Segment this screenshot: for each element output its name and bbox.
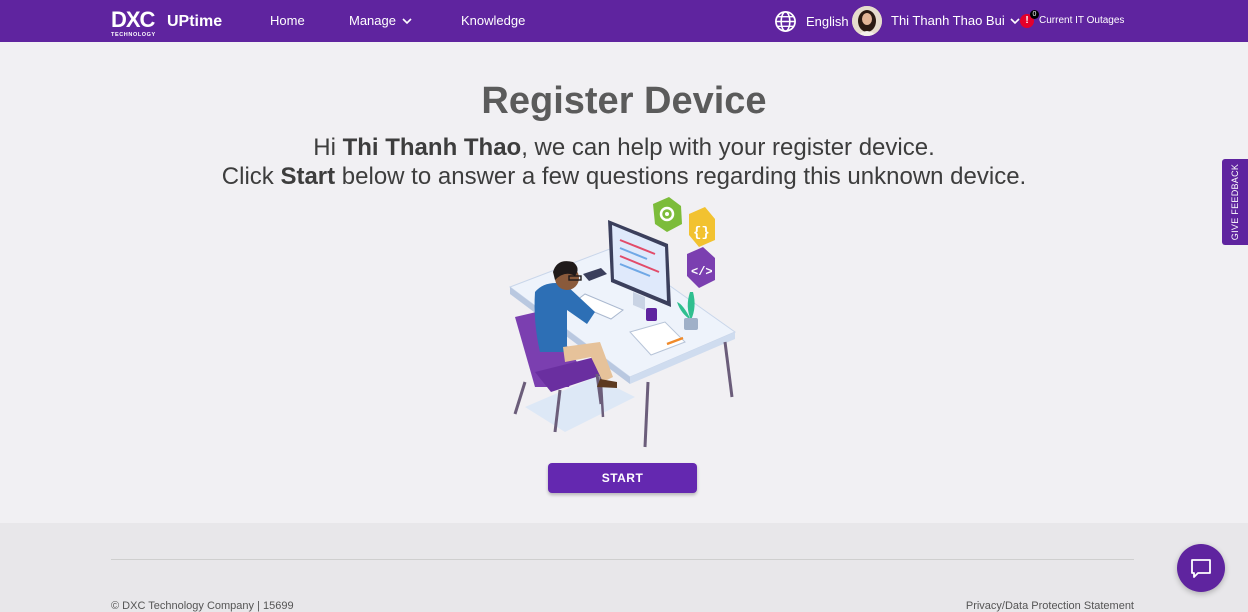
gear-tile-icon — [653, 197, 682, 232]
user-name: Thi Thanh Thao Bui — [891, 13, 1005, 28]
chevron-down-icon — [402, 17, 412, 24]
globe-icon[interactable] — [774, 10, 797, 33]
svg-text:</>: </> — [691, 265, 713, 279]
chat-bubble-icon — [1191, 559, 1211, 578]
instruction-start-word: Start — [280, 163, 336, 190]
svg-text:{}: {} — [693, 225, 710, 241]
developer-at-desk-illustration: {} </> — [508, 197, 737, 448]
brand-name: UPtime — [167, 13, 222, 30]
alert-count-badge: 0 — [1030, 10, 1039, 19]
current-it-outages-link[interactable]: Current IT Outages — [1039, 15, 1124, 27]
give-feedback-label: GIVE FEEDBACK — [1230, 163, 1240, 241]
user-avatar[interactable] — [852, 6, 882, 36]
user-menu[interactable]: Thi Thanh Thao Bui — [891, 13, 1020, 29]
braces-tile-icon: {} — [689, 207, 715, 247]
page-footer: © DXC Technology Company | 15699 Privacy… — [0, 523, 1248, 612]
nav-home-link[interactable]: Home — [270, 13, 305, 29]
instruction-prefix: Click — [221, 163, 281, 190]
instruction-suffix: below to answer a few questions regardin… — [335, 163, 1027, 190]
instruction-text: Click Start below to answer a few questi… — [0, 163, 1248, 191]
chevron-down-icon — [1010, 17, 1020, 24]
nav-manage-menu[interactable]: Manage — [349, 13, 412, 29]
page-title: Register Device — [481, 80, 767, 122]
language-selector[interactable]: English — [806, 14, 849, 30]
dxc-uptime-logo[interactable]: DXC TECHNOLOGY UPtime — [111, 7, 227, 38]
greeting-suffix: , we can help with your register device. — [521, 134, 935, 161]
greeting-text: Hi Thi Thanh Thao, we can help with your… — [0, 134, 1248, 162]
code-tile-icon: </> — [687, 247, 715, 288]
chat-button[interactable] — [1177, 544, 1225, 592]
nav-manage-label: Manage — [349, 13, 396, 28]
give-feedback-tab[interactable]: GIVE FEEDBACK — [1222, 159, 1248, 245]
privacy-statement-link[interactable]: Privacy/Data Protection Statement — [966, 600, 1134, 612]
greeting-prefix: Hi — [313, 134, 343, 161]
start-button[interactable]: START — [548, 463, 697, 493]
logo-mark-text: DXC — [111, 8, 156, 32]
top-navigation-bar: DXC TECHNOLOGY UPtime Home Manage Knowle… — [0, 0, 1248, 42]
footer-copyright: © DXC Technology Company | 15699 — [111, 600, 294, 612]
logo-subtitle: TECHNOLOGY — [111, 32, 156, 38]
nav-knowledge-link[interactable]: Knowledge — [461, 13, 525, 29]
footer-divider — [111, 559, 1134, 560]
greeting-user-name: Thi Thanh Thao — [342, 134, 522, 161]
